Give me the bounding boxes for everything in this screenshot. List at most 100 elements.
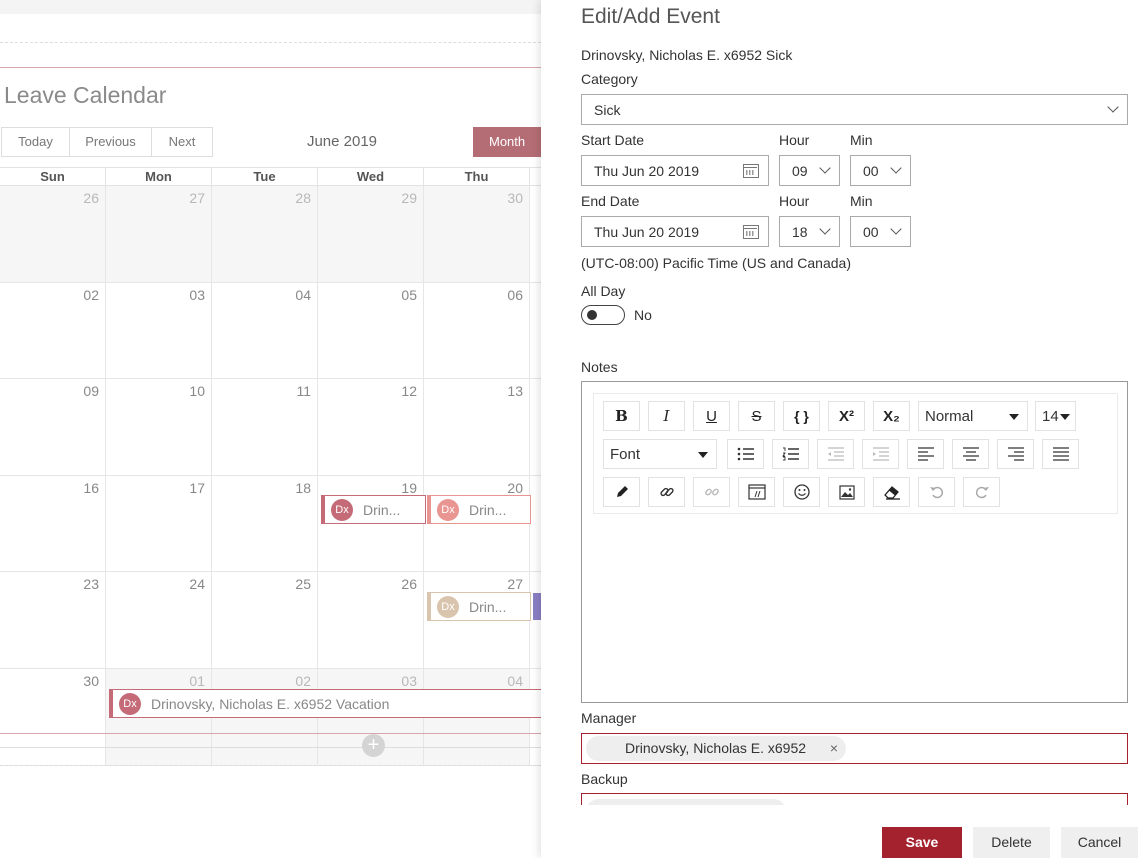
remove-icon[interactable]: × [830, 736, 838, 761]
calendar-day[interactable]: 09 [0, 379, 106, 475]
calendar-day[interactable]: 06 [424, 282, 530, 379]
calendar-day[interactable]: 24 [106, 572, 212, 668]
align-center-icon[interactable] [952, 439, 989, 469]
calendar-event[interactable]: Dx Drin... [427, 592, 531, 621]
calendar-day[interactable]: 23 [0, 572, 106, 668]
calendar-event-edge[interactable] [533, 593, 541, 620]
chevron-down-icon [819, 223, 831, 235]
category-value: Sick [594, 101, 621, 118]
start-hour-select[interactable]: 09 [779, 155, 840, 186]
html-icon[interactable] [738, 477, 775, 507]
weekday-label: Sun [0, 168, 106, 185]
all-day-toggle[interactable] [581, 305, 625, 325]
calendar-day[interactable]: 10 [106, 379, 212, 475]
manager-value: Drinovsky, Nicholas E. x6952 [625, 740, 807, 756]
notes-label: Notes [581, 359, 618, 375]
start-min-value: 00 [863, 162, 879, 179]
chevron-down-icon [890, 162, 902, 174]
cancel-button[interactable]: Cancel [1061, 827, 1138, 858]
month-label: June 2019 [306, 133, 378, 150]
subscript-button[interactable]: X₂ [873, 401, 910, 431]
calendar-day[interactable]: 05 [318, 282, 424, 379]
add-event-icon[interactable]: + [362, 734, 385, 757]
divider [0, 733, 541, 734]
font-size-value: 14 [1042, 407, 1059, 425]
chevron-down-icon [1107, 101, 1119, 113]
day-number: 05 [401, 286, 417, 303]
strikethrough-button[interactable]: S [738, 401, 775, 431]
category-select[interactable]: Sick [581, 94, 1128, 125]
day-number: 27 [507, 576, 523, 593]
calendar-icon[interactable] [743, 225, 759, 239]
manager-picker[interactable]: Drinovsky, Nicholas E. x6952 × [581, 733, 1128, 764]
redo-icon[interactable] [963, 477, 1000, 507]
bullet-list-icon[interactable] [727, 439, 764, 469]
calendar-day[interactable]: 11 [212, 379, 318, 475]
avatar: Dx [437, 498, 459, 521]
backup-picker[interactable] [581, 793, 1128, 805]
numbered-list-icon[interactable] [772, 439, 809, 469]
calendar-day[interactable]: 02 [0, 282, 106, 379]
eraser-icon[interactable] [873, 477, 910, 507]
save-button[interactable]: Save [882, 827, 962, 858]
day-number: 26 [401, 576, 417, 593]
pencil-icon[interactable] [603, 477, 640, 507]
end-min-select[interactable]: 00 [850, 216, 911, 247]
calendar-day[interactable]: 30 [424, 186, 530, 282]
start-min-select[interactable]: 00 [850, 155, 911, 186]
calendar-day[interactable]: 26 [318, 572, 424, 668]
format-select[interactable]: Normal [918, 401, 1028, 431]
calendar-event[interactable]: Dx Drin... [427, 495, 531, 524]
font-select[interactable]: Font [603, 439, 717, 469]
calendar-day[interactable]: 04 [212, 282, 318, 379]
toggle-knob [587, 310, 597, 320]
calendar-event[interactable]: Dx Drin... [321, 495, 426, 524]
calendar-day[interactable]: 13 [424, 379, 530, 475]
bold-button[interactable]: B [603, 401, 640, 431]
end-date-value: Thu Jun 20 2019 [594, 223, 700, 240]
end-date-field[interactable]: Thu Jun 20 2019 [581, 216, 769, 247]
align-left-icon[interactable] [907, 439, 944, 469]
start-date-value: Thu Jun 20 2019 [594, 162, 700, 179]
calendar-day[interactable]: 18 [212, 475, 318, 572]
calendar-event[interactable]: Dx Drinovsky, Nicholas E. x6952 Vacation [109, 689, 541, 718]
calendar-day[interactable]: 25 [212, 572, 318, 668]
day-number: 03 [401, 672, 417, 689]
previous-button[interactable]: Previous [70, 128, 152, 156]
undo-icon[interactable] [918, 477, 955, 507]
indent-decrease-icon[interactable] [817, 439, 854, 469]
calendar-day[interactable]: 28 [212, 186, 318, 282]
start-date-field[interactable]: Thu Jun 20 2019 [581, 155, 769, 186]
align-justify-icon[interactable] [1042, 439, 1079, 469]
calendar-day[interactable]: 03 [106, 282, 212, 379]
calendar-day[interactable]: 16 [0, 475, 106, 572]
delete-button[interactable]: Delete [973, 827, 1050, 858]
notes-editor[interactable]: B I U S { } X² X₂ Normal 14 Font [581, 381, 1128, 703]
calendar-day[interactable]: 29 [318, 186, 424, 282]
superscript-button[interactable]: X² [828, 401, 865, 431]
chevron-down-icon [819, 162, 831, 174]
indent-increase-icon[interactable] [862, 439, 899, 469]
underline-button[interactable]: U [693, 401, 730, 431]
day-number: 30 [507, 190, 523, 206]
code-button[interactable]: { } [783, 401, 820, 431]
calendar-day[interactable]: 27 [106, 186, 212, 282]
weekday-label: Mon [106, 168, 212, 185]
unlink-icon[interactable] [693, 477, 730, 507]
next-button[interactable]: Next [152, 128, 212, 156]
link-icon[interactable] [648, 477, 685, 507]
calendar-day[interactable]: 30 [0, 668, 106, 765]
calendar-day[interactable]: 26 [0, 186, 106, 282]
end-hour-select[interactable]: 18 [779, 216, 840, 247]
weekday-label: Thu [424, 168, 530, 185]
calendar-day[interactable]: 17 [106, 475, 212, 572]
image-icon[interactable] [828, 477, 865, 507]
calendar-icon[interactable] [743, 164, 759, 178]
today-button[interactable]: Today [2, 128, 70, 156]
italic-button[interactable]: I [648, 401, 685, 431]
month-view-button[interactable]: Month [473, 127, 541, 157]
align-right-icon[interactable] [997, 439, 1034, 469]
calendar-day[interactable]: 12 [318, 379, 424, 475]
font-size-select[interactable]: 14 [1035, 401, 1076, 431]
emoji-icon[interactable] [783, 477, 820, 507]
